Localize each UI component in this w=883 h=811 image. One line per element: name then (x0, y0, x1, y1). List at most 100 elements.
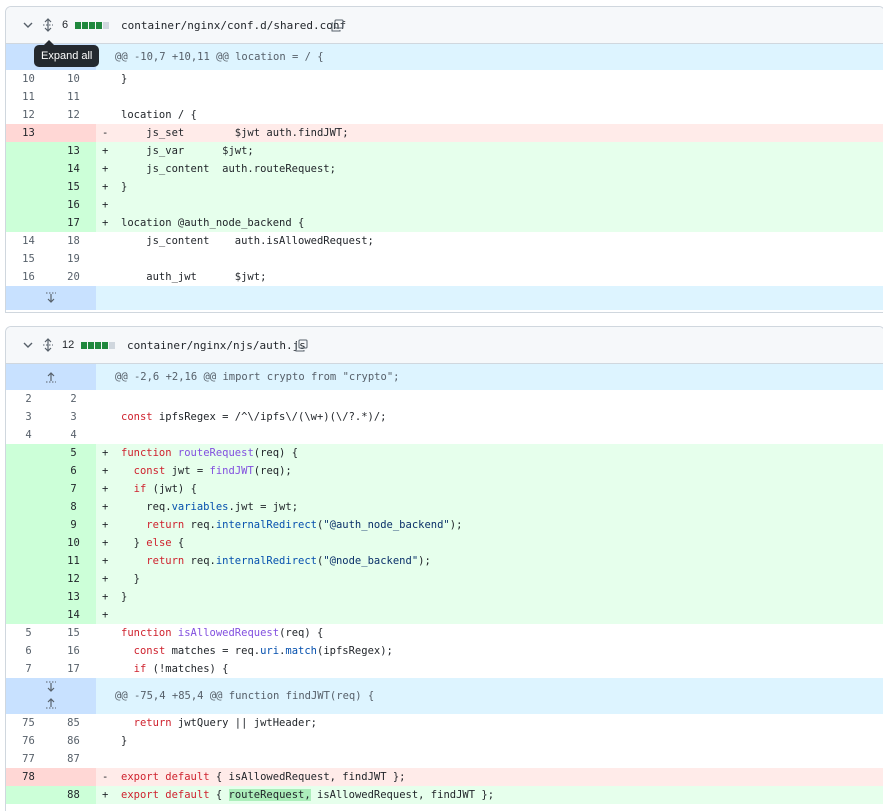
old-line-number[interactable] (6, 516, 51, 534)
old-line-number[interactable]: 3 (6, 408, 51, 426)
hunk-header-text: @@ -2,6 +2,16 @@ import crypto from "cry… (115, 371, 400, 383)
expand-down-icon[interactable] (6, 286, 96, 310)
new-line-number[interactable]: 7 (51, 480, 96, 498)
added-line: 9 + return req.internalRedirect("@auth_no… (6, 516, 883, 534)
old-line-number[interactable]: 6 (6, 642, 51, 660)
new-line-number[interactable]: 12 (51, 106, 96, 124)
copy-icon[interactable] (329, 7, 345, 43)
hunk-expander[interactable] (6, 678, 96, 714)
old-line-number[interactable] (6, 142, 51, 160)
expand-up-icon[interactable] (6, 697, 96, 711)
old-line-number[interactable]: 12 (6, 106, 51, 124)
old-line-number[interactable]: 76 (6, 732, 51, 750)
old-line-number[interactable]: 11 (6, 88, 51, 106)
old-line-number[interactable]: 10 (6, 70, 51, 88)
new-line-number[interactable]: 17 (51, 660, 96, 678)
hunk-expander[interactable] (6, 364, 96, 390)
new-line-number[interactable]: 13 (51, 142, 96, 160)
expand-up-icon[interactable] (6, 364, 96, 390)
new-line-number[interactable]: 10 (51, 70, 96, 88)
old-line-number[interactable]: 78 (6, 768, 51, 786)
old-line-number[interactable] (6, 214, 51, 232)
old-line-number[interactable] (6, 178, 51, 196)
code-line: function routeRequest(req) { (121, 447, 299, 459)
added-line: 88 + export default { routeRequest, isAllo… (6, 786, 883, 804)
new-line-number[interactable]: 8 (51, 498, 96, 516)
new-line-number[interactable]: 12 (51, 570, 96, 588)
diff-sign (96, 732, 116, 750)
new-line-number[interactable]: 85 (51, 714, 96, 732)
diff-sign (96, 390, 116, 408)
new-line-number[interactable]: 11 (51, 88, 96, 106)
old-line-number[interactable]: 16 (6, 268, 51, 286)
new-line-number[interactable]: 14 (51, 160, 96, 178)
expand-down-icon[interactable] (6, 681, 96, 695)
old-line-number[interactable] (6, 444, 51, 462)
code-line: const matches = req.uri.match(ipfsRegex)… (133, 645, 393, 657)
new-line-number[interactable]: 18 (51, 232, 96, 250)
new-line-number[interactable]: 3 (51, 408, 96, 426)
old-line-number[interactable] (6, 552, 51, 570)
context-line: 44 (6, 426, 883, 444)
added-line: 14 + js_content auth.routeRequest; (6, 160, 883, 178)
new-line-number[interactable]: 9 (51, 516, 96, 534)
old-line-number[interactable]: 77 (6, 750, 51, 768)
diff-sign (96, 426, 116, 444)
hunk-expander[interactable] (6, 286, 96, 310)
added-line: 7 + if (jwt) { (6, 480, 883, 498)
new-line-number[interactable]: 11 (51, 552, 96, 570)
new-line-number[interactable]: 88 (51, 786, 96, 804)
old-line-number[interactable] (6, 606, 51, 624)
new-line-number[interactable]: 15 (51, 178, 96, 196)
file-path[interactable]: container/nginx/njs/auth.js (127, 327, 306, 363)
old-line-number[interactable]: 7 (6, 660, 51, 678)
old-line-number[interactable] (6, 534, 51, 552)
old-line-number[interactable]: 4 (6, 426, 51, 444)
new-line-number[interactable] (51, 124, 96, 142)
new-line-number[interactable]: 5 (51, 444, 96, 462)
new-line-number[interactable]: 13 (51, 588, 96, 606)
code-line: js_content auth.routeRequest; (121, 163, 336, 175)
added-line: 6 + const jwt = findJWT(req); (6, 462, 883, 480)
code-line: function isAllowedRequest(req) { (121, 627, 324, 639)
new-line-number[interactable]: 15 (51, 624, 96, 642)
file-path[interactable]: container/nginx/conf.d/shared.conf (121, 7, 346, 43)
expand-all-icon[interactable] (40, 7, 56, 43)
new-line-number[interactable]: 10 (51, 534, 96, 552)
new-line-number[interactable]: 86 (51, 732, 96, 750)
expand-all-icon[interactable] (40, 327, 56, 363)
old-line-number[interactable] (6, 498, 51, 516)
old-line-number[interactable]: 5 (6, 624, 51, 642)
new-line-number[interactable]: 17 (51, 214, 96, 232)
new-line-number[interactable] (51, 768, 96, 786)
old-line-number[interactable] (6, 160, 51, 178)
old-line-number[interactable] (6, 196, 51, 214)
added-line: 17 + location @auth_node_backend { (6, 214, 883, 232)
old-line-number[interactable]: 2 (6, 390, 51, 408)
old-line-number[interactable] (6, 480, 51, 498)
new-line-number[interactable]: 6 (51, 462, 96, 480)
new-line-number[interactable]: 4 (51, 426, 96, 444)
new-line-number[interactable]: 16 (51, 196, 96, 214)
old-line-number[interactable] (6, 570, 51, 588)
diff-sign: + (102, 555, 109, 567)
old-line-number[interactable]: 75 (6, 714, 51, 732)
new-line-number[interactable]: 20 (51, 268, 96, 286)
new-line-number[interactable]: 16 (51, 642, 96, 660)
new-line-number[interactable]: 87 (51, 750, 96, 768)
chevron-down-icon[interactable] (20, 327, 36, 363)
chevron-down-icon[interactable] (20, 7, 36, 43)
diff-body: @@ -2,6 +2,16 @@ import crypto from "cry… (6, 364, 883, 804)
old-line-number[interactable]: 15 (6, 250, 51, 268)
new-line-number[interactable]: 19 (51, 250, 96, 268)
old-line-number[interactable]: 13 (6, 124, 51, 142)
old-line-number[interactable] (6, 462, 51, 480)
old-line-number[interactable] (6, 786, 51, 804)
copy-icon[interactable] (293, 327, 309, 363)
new-line-number[interactable]: 2 (51, 390, 96, 408)
old-line-number[interactable]: 14 (6, 232, 51, 250)
diff-sign: + (102, 163, 109, 175)
old-line-number[interactable] (6, 588, 51, 606)
new-line-number[interactable]: 14 (51, 606, 96, 624)
